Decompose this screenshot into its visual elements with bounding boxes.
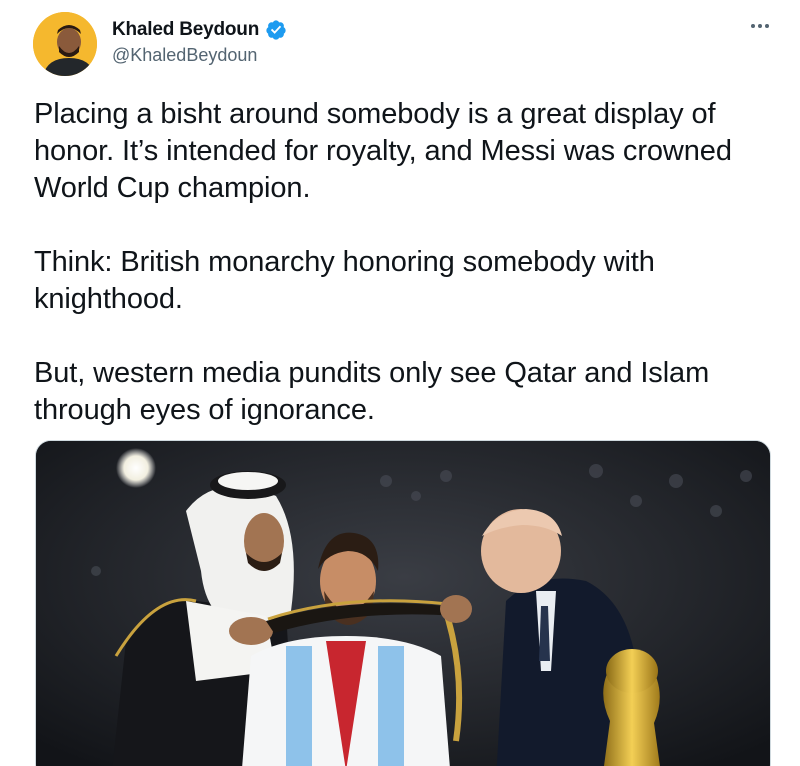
attached-photo-icon [36,441,770,766]
tweet-card[interactable]: Khaled Beydoun @KhaledBeydoun Placing a … [0,0,800,766]
tweet-paragraph: Think: British monarchy honoring somebod… [34,246,655,315]
more-dot [758,24,762,28]
avatar-photo-icon [33,12,97,76]
author-name[interactable]: Khaled Beydoun [112,19,259,41]
tweet-media-photo[interactable] [35,440,771,766]
author-handle[interactable]: @KhaledBeydoun [112,45,257,66]
tweet-text: Placing a bisht around somebody is a gre… [34,96,774,429]
tweet-paragraph: But, western media pundits only see Qata… [34,357,710,426]
more-options-button[interactable] [744,14,776,38]
more-dots-icon [751,24,755,28]
author-avatar[interactable] [33,12,97,76]
verified-badge-icon [266,20,286,40]
tweet-paragraph: Placing a bisht around somebody is a gre… [34,98,732,204]
more-dot [765,24,769,28]
author-name-row[interactable]: Khaled Beydoun [112,17,287,43]
